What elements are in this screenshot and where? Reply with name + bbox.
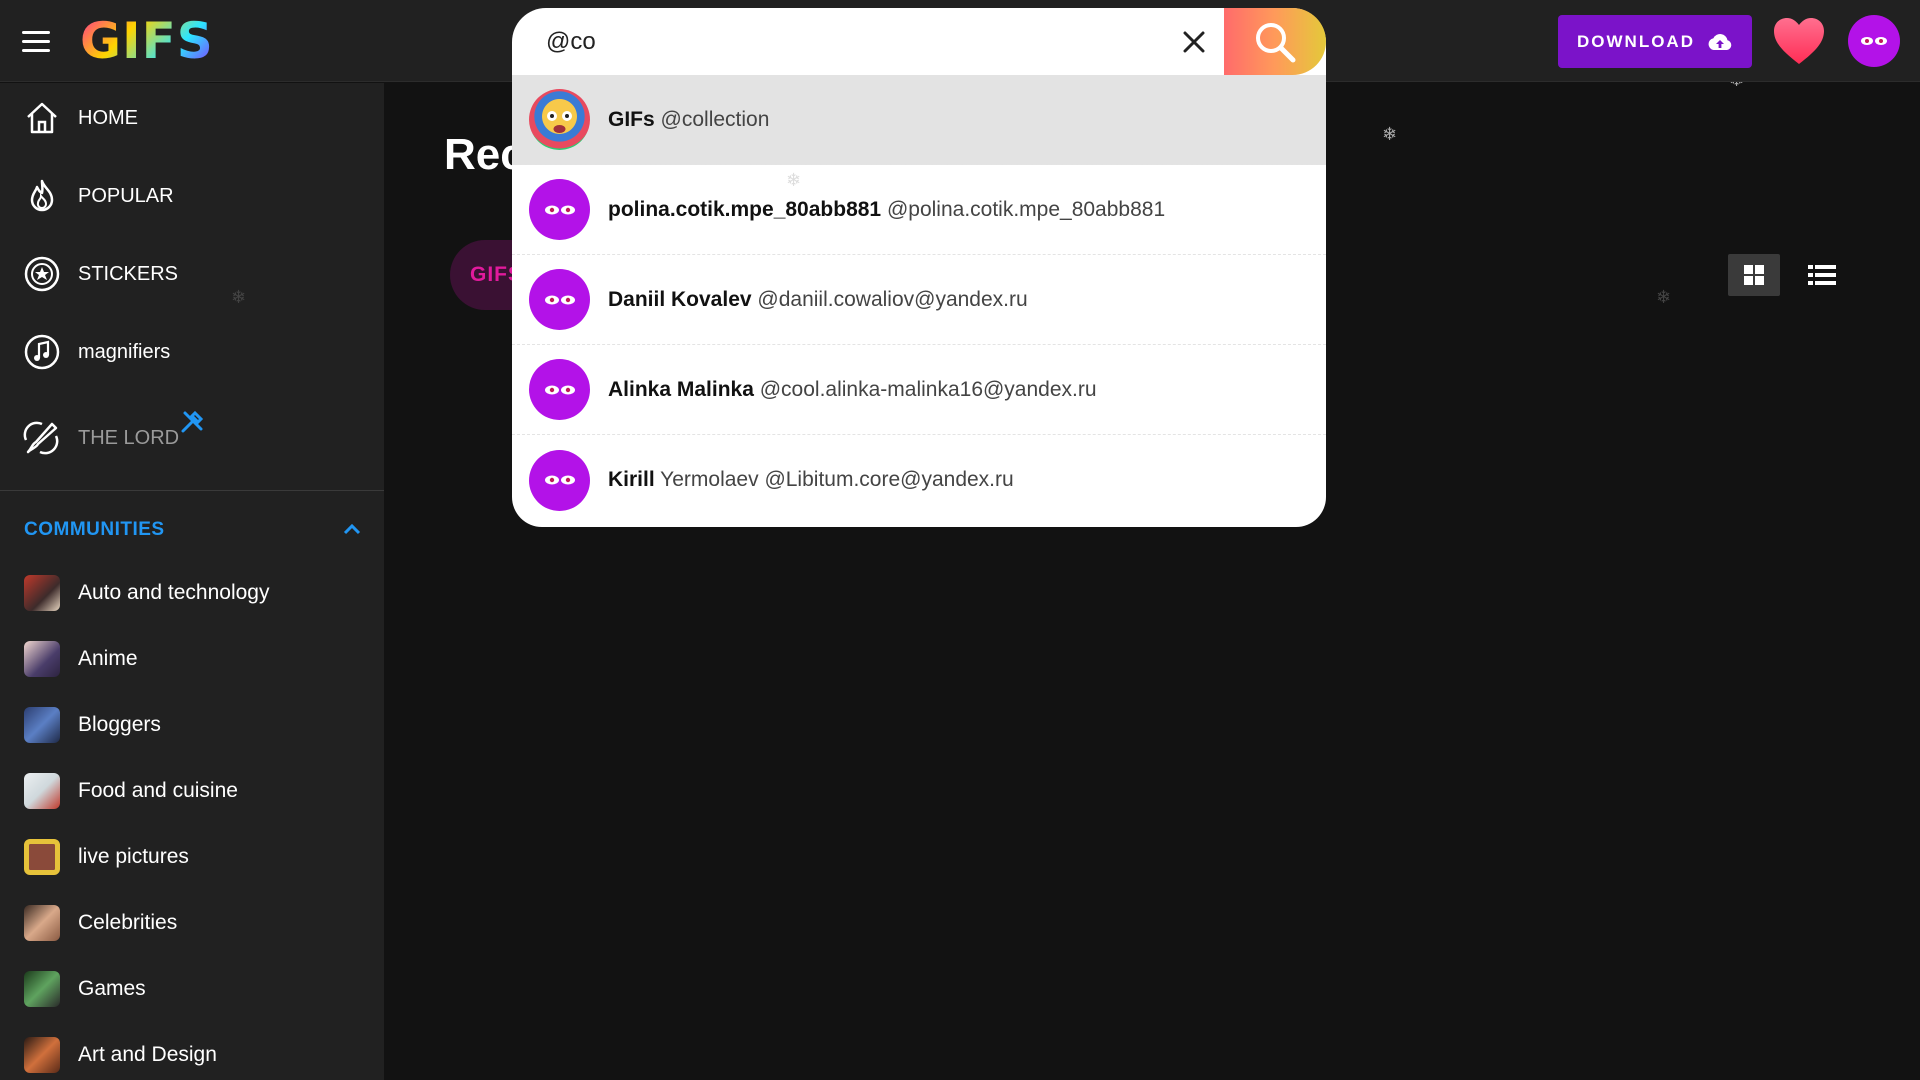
sidebar-item-popular[interactable]: POPULAR [0, 164, 384, 228]
suggestion-name: Alinka Malinka [608, 377, 754, 401]
sidebar-item-home[interactable]: HOME [0, 86, 384, 150]
snowflake-icon: ❄ [1382, 124, 1398, 144]
suggestion-item[interactable]: Alinka Malinka @cool.alinka-malinka16@ya… [512, 345, 1326, 435]
search-suggestions-dropdown: GIFs @collection ❄ polina.cotik.mpe_80ab… [512, 75, 1326, 527]
suggestion-name: Kirill [608, 468, 655, 491]
community-anime[interactable]: Anime [0, 629, 384, 689]
list-icon [1808, 265, 1836, 285]
suggestion-item[interactable]: Daniil Kovalev @daniil.cowaliov@yandex.r… [512, 255, 1326, 345]
suggestion-handle: @polina.cotik.mpe_80abb881 [886, 197, 1166, 221]
community-auto-and-technology[interactable]: Auto and technology [0, 563, 384, 623]
user-avatar [529, 179, 590, 240]
suggestion-text: Alinka Malinka @cool.alinka-malinka16@ya… [608, 378, 1097, 402]
menu-button[interactable] [22, 24, 62, 58]
community-label: Celebrities [78, 911, 178, 934]
list-view-button[interactable] [1796, 254, 1848, 296]
user-avatar[interactable] [1848, 15, 1900, 67]
heart-icon [1774, 18, 1824, 64]
eyes-icon [1861, 37, 1887, 45]
suggestion-text: GIFs @collection [608, 108, 769, 132]
sidebar: HOME POPULAR STICKERS magnifiers THE LOR… [0, 83, 384, 1080]
search-icon [1256, 22, 1296, 62]
sidebar-item-label: magnifiers [78, 340, 171, 363]
community-thumbnail [24, 707, 60, 743]
suggestion-handle: Yermolaev @Libitum.core@yandex.ru [660, 468, 1014, 491]
community-thumbnail [24, 971, 60, 1007]
sidebar-item-label: THE LORD [78, 426, 180, 449]
sidebar-item-label: HOME [78, 106, 138, 129]
menu-icon-line [22, 30, 50, 34]
communities-toggle[interactable]: COMMUNITIES [0, 508, 384, 552]
community-art-and-design[interactable]: Art and Design [0, 1025, 384, 1080]
flame-icon [22, 176, 62, 216]
community-label: live pictures [78, 845, 189, 868]
community-label: Bloggers [78, 713, 161, 736]
user-avatar [529, 269, 590, 330]
community-thumbnail [24, 1037, 60, 1073]
community-label: Games [78, 977, 146, 1000]
menu-icon-line [22, 39, 50, 43]
suggestion-text: polina.cotik.mpe_80abb881 @polina.cotik.… [608, 198, 1165, 222]
home-icon [22, 98, 62, 138]
suggestion-item[interactable]: GIFs @collection ❄ [512, 75, 1326, 189]
tools-icon[interactable] [180, 410, 204, 439]
suggestion-item[interactable]: Kirill Yermolaev @Libitum.core@yandex.ru [512, 435, 1326, 525]
community-live-pictures[interactable]: live pictures [0, 827, 384, 887]
community-food-and-cuisine[interactable]: Food and cuisine [0, 761, 384, 821]
user-avatar [529, 449, 590, 511]
collection-avatar [529, 89, 590, 150]
snowflake-icon: ❄ [231, 287, 247, 307]
brush-icon [22, 418, 62, 458]
snowflake-icon: ❄ [1656, 287, 1672, 307]
community-label: Auto and technology [78, 581, 270, 604]
community-thumbnail [24, 839, 60, 875]
community-label: Food and cuisine [78, 779, 238, 802]
community-thumbnail [24, 641, 60, 677]
menu-icon-line [22, 48, 50, 52]
download-button[interactable]: DOWNLOAD [1558, 15, 1752, 68]
community-thumbnail [24, 905, 60, 941]
cloud-upload-icon [1708, 33, 1732, 50]
sidebar-item-label: STICKERS [78, 262, 179, 285]
sidebar-item-stickers[interactable]: STICKERS [0, 242, 384, 306]
community-games[interactable]: Games [0, 959, 384, 1019]
top-bar: GIFS DOWNLOAD [0, 0, 1920, 82]
logo-text: GIFS [80, 12, 214, 70]
chevron-up-icon [340, 518, 364, 547]
suggestion-text: Kirill Yermolaev @Libitum.core@yandex.ru [608, 468, 1014, 492]
sidebar-item-label: POPULAR [78, 184, 174, 207]
community-bloggers[interactable]: Bloggers [0, 695, 384, 755]
grid-icon [1744, 265, 1764, 285]
suggestion-handle: @cool.alinka-malinka16@yandex.ru [759, 377, 1097, 401]
clear-search-button[interactable] [1172, 22, 1216, 62]
sidebar-item-the-lord[interactable]: THE LORD [0, 406, 384, 470]
grid-view-button[interactable] [1728, 254, 1780, 296]
logo[interactable]: GIFS [80, 14, 214, 68]
user-avatar [529, 359, 590, 420]
search-input[interactable] [546, 8, 1336, 75]
suggestion-name: GIFs [608, 107, 655, 131]
community-label: Art and Design [78, 1043, 217, 1066]
close-icon [1183, 31, 1205, 53]
sticker-icon [22, 254, 62, 294]
suggestion-handle: @daniil.cowaliov@yandex.ru [757, 287, 1028, 311]
community-celebrities[interactable]: Celebrities [0, 893, 384, 953]
download-label: DOWNLOAD [1577, 31, 1695, 51]
communities-label: COMMUNITIES [24, 519, 165, 540]
sidebar-divider [0, 490, 384, 491]
community-thumbnail [24, 575, 60, 611]
sidebar-item-magnifiers[interactable]: magnifiers [0, 320, 384, 384]
music-icon [22, 332, 62, 372]
suggestion-name: Daniil Kovalev [608, 287, 752, 311]
suggestion-text: Daniil Kovalev @daniil.cowaliov@yandex.r… [608, 288, 1028, 312]
suggestion-name: polina.cotik.mpe_80abb881 [608, 197, 882, 221]
suggestion-item[interactable]: polina.cotik.mpe_80abb881 @polina.cotik.… [512, 165, 1326, 255]
favorites-button[interactable] [1772, 16, 1826, 66]
community-thumbnail [24, 773, 60, 809]
suggestion-handle: @collection [660, 107, 770, 131]
search-button[interactable] [1224, 8, 1326, 75]
community-label: Anime [78, 647, 138, 670]
